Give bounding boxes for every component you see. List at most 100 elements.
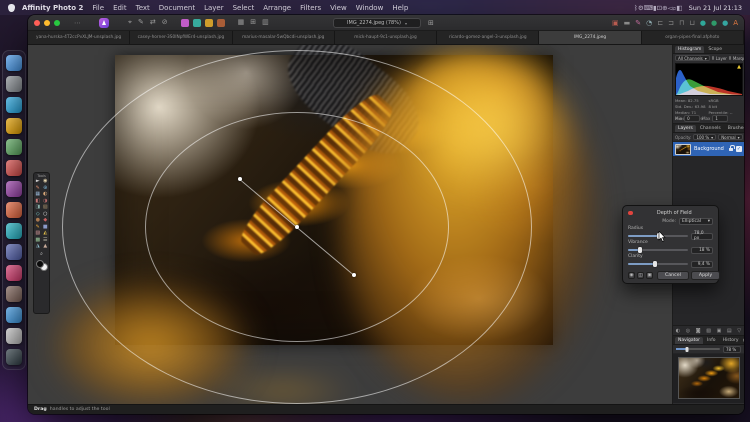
zoom-tool-icon[interactable]: ⌕ [34, 251, 49, 257]
status-5-icon[interactable]: ⊕ [662, 4, 667, 12]
toolbar-overflow-icon[interactable]: ⋯ [74, 19, 83, 27]
toolbar-view-1-icon[interactable]: ⊞ [250, 19, 256, 26]
menu-clock[interactable]: Sun 21 Jul 21:13 [689, 4, 742, 12]
dock-icon-7[interactable] [6, 202, 22, 218]
dof-handle-top[interactable] [238, 177, 242, 181]
layers-6-button[interactable]: ▽ [737, 328, 741, 334]
layers-0-button[interactable]: ◐ [676, 328, 680, 334]
toolbar-right-0-icon[interactable]: ▣ [612, 19, 619, 27]
toolbar-right-11-icon[interactable]: A [733, 19, 738, 27]
window-zoom-button[interactable] [54, 19, 60, 26]
toolbar-right-8-icon[interactable]: ● [700, 19, 706, 27]
cancel-button[interactable]: Cancel [657, 270, 689, 280]
tool-8-icon[interactable]: ◨ [35, 205, 40, 210]
tab-histogram[interactable]: Histogram [675, 46, 705, 53]
layers-3-button[interactable]: ▧ [706, 328, 711, 334]
menu-item-7[interactable]: Filters [300, 4, 321, 12]
tool-10-icon[interactable]: ◇ [36, 211, 40, 217]
status-8-icon[interactable]: ◧ [676, 4, 682, 12]
tool-2-icon[interactable]: ✎ [36, 185, 40, 191]
tab-info[interactable]: Info [704, 337, 719, 344]
document-tab-4[interactable]: ricardo-gomez-angel-3-unsplash.jpg [437, 31, 540, 44]
tool-14-icon[interactable]: ✎ [36, 224, 40, 230]
window-close-button[interactable] [34, 19, 40, 26]
lock-icon[interactable] [729, 145, 735, 151]
menu-app-name[interactable]: Affinity Photo 2 [22, 4, 83, 12]
tab-channels[interactable]: Channels [697, 125, 724, 132]
navigator-thumbnail[interactable] [677, 357, 740, 399]
dock-icon-6[interactable] [6, 181, 22, 197]
layer-visibility-checkbox[interactable]: ✓ [736, 146, 742, 152]
menu-item-8[interactable]: View [330, 4, 347, 12]
dock-icon-12[interactable] [6, 307, 22, 323]
menu-item-6[interactable]: Arrange [263, 4, 291, 12]
opacity-dropdown[interactable]: 100 % ▾ [693, 134, 717, 140]
dialog-close-button[interactable] [628, 210, 633, 216]
slider-2-track[interactable] [628, 261, 688, 267]
tool-15-icon[interactable]: ■ [43, 224, 48, 230]
clipping-warning-icon[interactable]: ▲ [737, 64, 741, 70]
tool-7-icon[interactable]: ◑ [43, 198, 47, 204]
tool-4-icon[interactable]: ▦ [35, 192, 40, 197]
toolbar-right-6-icon[interactable]: ⊓ [679, 19, 684, 27]
toolbar-right-3-icon[interactable]: ◔ [646, 19, 652, 27]
tool-12-icon[interactable]: ● [36, 218, 40, 223]
layers-2-button[interactable]: ◙ [696, 328, 701, 334]
tool-20-icon[interactable]: ◮ [36, 244, 40, 249]
toolbar-0-icon[interactable]: ⌖ [128, 19, 132, 26]
slider-2-knob[interactable] [653, 261, 657, 267]
tool-11-icon[interactable]: ○ [43, 211, 47, 217]
channels-dropdown[interactable]: All Channels ▾ [675, 55, 710, 61]
document-tab-1[interactable]: casey-horner-3S0INpfWEr4-unsplash.jpg [130, 31, 233, 44]
menu-item-9[interactable]: Window [356, 4, 384, 12]
slider-0-value[interactable]: 78,0 px [691, 231, 713, 241]
document-selector-dropdown[interactable]: IMG_2274.jpeg (78%) ▾ [333, 18, 421, 28]
document-tab-2[interactable]: marius-masalar-5wQbcdi-unsplash.jpg [232, 31, 335, 44]
slider-1-value[interactable]: 18 % [691, 246, 713, 254]
dock-icon-13[interactable] [6, 328, 22, 344]
navigator-zoom-value[interactable]: 78 % [723, 345, 741, 353]
tool-13-icon[interactable]: ◆ [43, 218, 47, 223]
min-input[interactable]: 0 [684, 115, 701, 122]
toolbar-2-icon[interactable]: ⇄ [150, 19, 156, 26]
toolbar-right-10-icon[interactable]: ● [722, 19, 728, 27]
dock-icon-9[interactable] [6, 244, 22, 260]
dock-icon-3[interactable] [6, 118, 22, 134]
toolbar-right-9-icon[interactable]: ● [711, 19, 717, 27]
toolbar-view-0-icon[interactable]: ▦ [238, 19, 245, 26]
dock-icon-14[interactable] [6, 349, 22, 365]
tab-scope[interactable]: Scope [705, 46, 725, 53]
dialog-1-toggle[interactable]: ◫ [637, 271, 644, 279]
tool-3-icon[interactable]: ⊕ [43, 185, 47, 191]
navigator-zoom-slider[interactable] [676, 346, 720, 352]
canvas[interactable] [28, 45, 672, 404]
tool-5-icon[interactable]: ◐ [43, 192, 47, 197]
tab-brushes[interactable]: Brushes [725, 125, 744, 132]
layer-row-background[interactable]: Background ✓ [673, 142, 744, 156]
tool-9-icon[interactable]: ▧ [43, 205, 48, 210]
dialog-2-toggle[interactable]: ▣ [646, 271, 653, 279]
toolbar-view-2-icon[interactable]: ▥ [262, 19, 269, 26]
toolbar-right-5-icon[interactable]: ⊐ [668, 19, 674, 27]
dock-icon-11[interactable] [6, 286, 22, 302]
toolbar-right-1-icon[interactable]: ▬ [624, 19, 631, 27]
menu-item-5[interactable]: Select [233, 4, 255, 12]
foreground-color-swatch[interactable] [36, 260, 44, 268]
toolbar-persona-2-icon[interactable] [204, 18, 213, 27]
toolbar-3-icon[interactable]: ⊘ [162, 19, 168, 26]
toolbar-persona-3-icon[interactable] [216, 18, 225, 27]
slider-2-value[interactable]: 9,4 % [691, 260, 713, 268]
status-2-icon[interactable]: ⌨ [644, 4, 653, 12]
tool-16-icon[interactable]: ▨ [35, 231, 40, 236]
document-tab-5[interactable]: IMG_2274.jpeg [539, 31, 642, 44]
tab-navigator[interactable]: Navigator [675, 337, 704, 344]
menu-item-4[interactable]: Layer [204, 4, 224, 12]
toolbar-right-7-icon[interactable]: ⊔ [689, 19, 694, 27]
tool-19-icon[interactable]: ☰ [43, 237, 47, 243]
dof-handle-bottom[interactable] [352, 273, 356, 277]
menu-item-2[interactable]: Text [136, 4, 150, 12]
tool-17-icon[interactable]: ◭ [43, 231, 47, 236]
layers-4-button[interactable]: ▣ [717, 328, 722, 334]
tool-0-icon[interactable]: ► [36, 179, 40, 184]
status-1-icon[interactable]: ⚙ [638, 4, 644, 12]
